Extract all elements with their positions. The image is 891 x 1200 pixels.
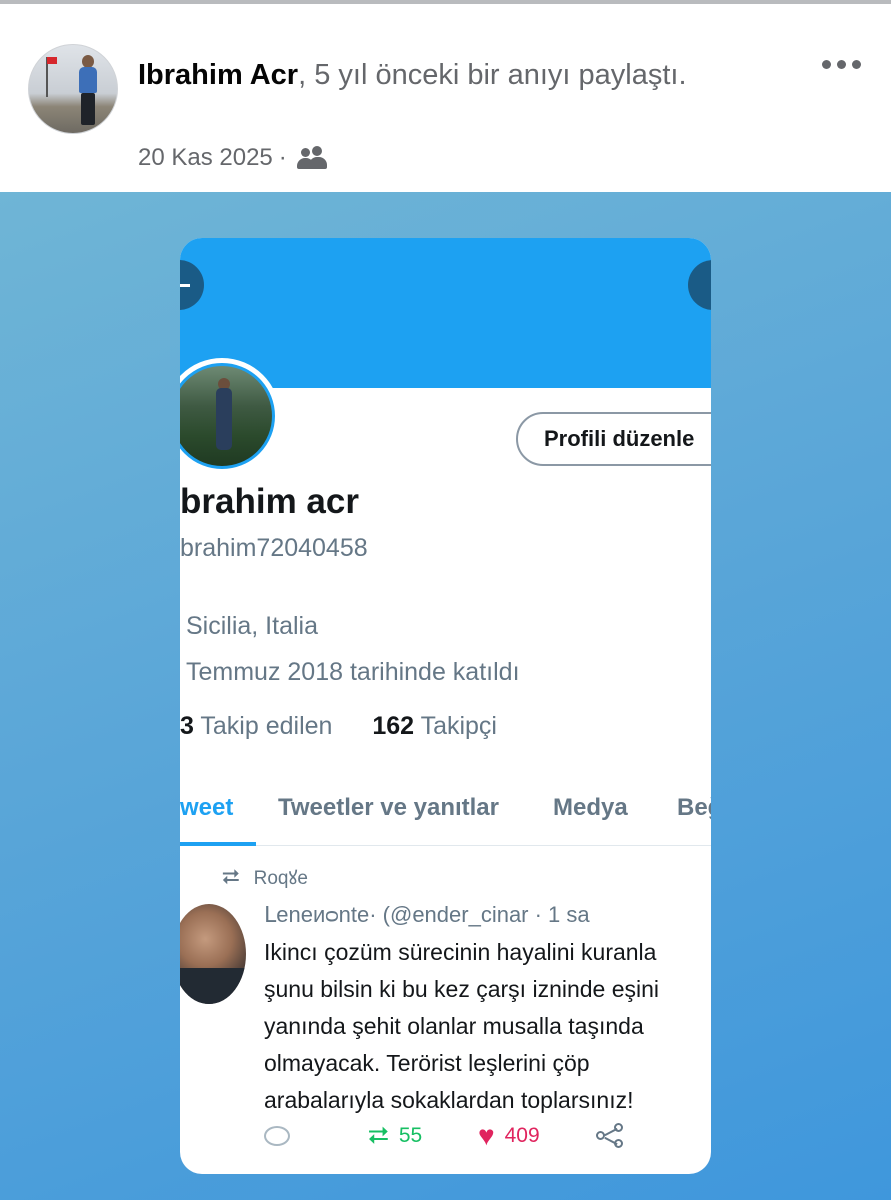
following-label: Takip edilen [200,712,333,740]
tweet-line: arabalarıyla sokaklardan toplarsınız! [264,1087,634,1113]
reply-icon [264,1126,290,1146]
tweet-text: Ikincı çozüm sürecinin hayalini kuranla … [264,934,711,1119]
tweet-line: şunu bilsin ki bu kez çarşı izninde eşin… [264,976,660,1002]
retweet-context: ⮂ Roqꙋe [222,864,308,890]
retweet-icon: ⮂ [222,864,240,889]
post-title: Ibrahim Acr, 5 yıl önceki bir anıyı payl… [138,54,778,96]
post-meta: 20 Kas 2025 · [138,144,327,172]
profile-handle: brahim72040458 [180,534,368,562]
tab-tweets: weet [180,794,234,821]
author-avatar[interactable] [28,44,118,134]
post-header: Ibrahim Acr, 5 yıl önceki bir anıyı payl… [0,14,891,192]
top-divider [0,0,891,14]
tweet-author-avatar [180,904,246,1004]
tab-media: Medya [553,794,628,821]
profile-location: Sicilia, Italia [186,612,318,640]
edit-profile-button: Profili düzenle [516,412,711,466]
like-action: ♥ 409 [478,1120,596,1152]
post-date[interactable]: 20 Kas 2025 [138,144,273,172]
retweeted-by: Roqꙋe [253,868,308,889]
tweet-line: olmayacak. Terörist leşlerini çöp [264,1050,590,1076]
like-count: 409 [504,1124,540,1147]
followers-label: Takipçi [420,712,497,740]
tab-tweets-and-replies: Tweetler ve yanıtlar [278,794,499,821]
followers-count: 162 [372,712,415,740]
tab-likes: Beğ [677,794,711,821]
tweet-line: Ikincı çozüm sürecinin hayalini kuranla [264,939,657,965]
more-dots-icon[interactable] [822,60,861,69]
active-tab-indicator [180,842,256,846]
tweet-actions: ⮂ 55 ♥ 409 [264,1120,626,1152]
reply-action [264,1126,368,1146]
author-name[interactable]: Ibrahim Acr [138,59,298,91]
post-action-text: , 5 yıl önceki bir anıyı paylaştı. [298,59,687,91]
profile-banner [180,238,711,388]
tweet-header: ᒪeneᴎᴑnte· (@ender_cinar · 1 sa [264,902,590,927]
profile-tabs: weet Tweetler ve yanıtlar Medya Beğ [180,784,711,846]
profile-display-name: brahim acr [180,482,359,521]
follow-stats: 3 Takip edilen 162 Takipçi [180,712,497,741]
share-icon [596,1123,626,1149]
heart-icon: ♥ [478,1120,495,1151]
following-count: 3 [180,712,194,740]
twitter-profile-screenshot: Profili düzenle brahim acr brahim7204045… [180,238,711,1174]
profile-joined-date: Temmuz 2018 tarihinde katıldı [186,658,520,686]
tweet-line: yanında şehit olanlar musalla taşında [264,1013,644,1039]
shared-image[interactable]: Profili düzenle brahim acr brahim7204045… [0,192,891,1200]
retweet-action: ⮂ 55 [368,1120,478,1152]
tweet: ⮂ Roqꙋe ᒪeneᴎᴑnte· (@ender_cinar · 1 sa … [180,852,711,1174]
friends-icon[interactable] [296,146,327,170]
share-action [596,1123,626,1149]
meta-separator: · [278,144,287,171]
retweet-icon: ⮂ [368,1120,389,1150]
retweet-count: 55 [398,1124,423,1147]
